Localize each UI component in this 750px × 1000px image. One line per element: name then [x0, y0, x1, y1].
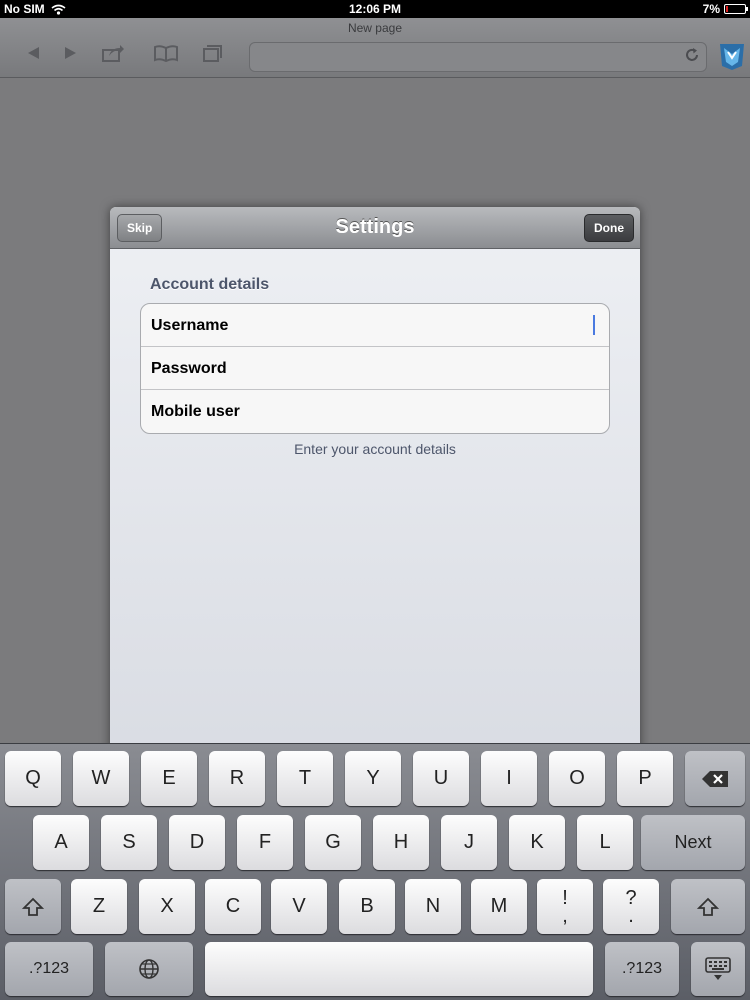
- space-key[interactable]: [205, 942, 593, 996]
- shift-icon: [22, 897, 44, 916]
- battery-percent: 7%: [702, 2, 720, 16]
- key-q[interactable]: Q: [5, 751, 61, 806]
- key-y[interactable]: Y: [345, 751, 401, 806]
- numbers-key-left[interactable]: .?123: [5, 942, 93, 996]
- backspace-key[interactable]: [685, 751, 745, 806]
- key-exclamation-label: !: [562, 886, 568, 909]
- globe-icon: [139, 959, 159, 979]
- key-comma-label: ,: [562, 904, 568, 927]
- browser-toolbar: New page: [0, 18, 750, 78]
- text-caret: [593, 315, 595, 335]
- reload-icon[interactable]: [684, 47, 700, 68]
- tabs-icon[interactable]: [199, 42, 225, 64]
- dialog-title: Settings: [335, 216, 415, 238]
- key-j[interactable]: J: [441, 815, 497, 870]
- key-i[interactable]: I: [481, 751, 537, 806]
- key-e[interactable]: E: [141, 751, 197, 806]
- key-p[interactable]: P: [617, 751, 673, 806]
- hide-keyboard-key[interactable]: [691, 942, 745, 996]
- url-field[interactable]: [249, 42, 707, 72]
- key-r[interactable]: R: [209, 751, 265, 806]
- backspace-icon: [702, 770, 728, 787]
- key-m[interactable]: M: [471, 879, 527, 934]
- key-f[interactable]: F: [237, 815, 293, 870]
- key-t[interactable]: T: [277, 751, 333, 806]
- globe-key[interactable]: [105, 942, 193, 996]
- key-c[interactable]: C: [205, 879, 261, 934]
- password-field[interactable]: Password: [141, 347, 609, 390]
- key-o[interactable]: O: [549, 751, 605, 806]
- onscreen-keyboard: Q W E R T Y U I O P A S D F G H J K L Ne…: [0, 743, 750, 1000]
- key-period-label: .: [628, 904, 634, 927]
- battery-icon: [724, 4, 748, 14]
- app-logo-icon[interactable]: [716, 40, 748, 72]
- key-question-label: ?: [625, 886, 637, 909]
- key-question-period[interactable]: ? .: [603, 879, 659, 934]
- key-d[interactable]: D: [169, 815, 225, 870]
- hide-keyboard-icon: [705, 957, 731, 980]
- account-hint-text: Enter your account details: [294, 441, 456, 457]
- username-label: Username: [151, 317, 229, 334]
- section-label-account-details: Account details: [150, 276, 270, 293]
- dialog-header: Skip Settings Done: [110, 207, 640, 249]
- key-u[interactable]: U: [413, 751, 469, 806]
- mobile-user-field[interactable]: Mobile user: [141, 390, 609, 433]
- status-bar: No SIM 12:06 PM 7%: [0, 0, 750, 18]
- forward-arrow-icon[interactable]: [58, 42, 84, 64]
- password-label: Password: [151, 360, 227, 377]
- next-key[interactable]: Next: [641, 815, 745, 870]
- username-field[interactable]: Username: [141, 304, 609, 347]
- status-time: 12:06 PM: [348, 2, 402, 16]
- key-l[interactable]: L: [577, 815, 633, 870]
- key-h[interactable]: H: [373, 815, 429, 870]
- back-arrow-icon[interactable]: [20, 42, 46, 64]
- key-v[interactable]: V: [271, 879, 327, 934]
- numbers-key-right[interactable]: .?123: [605, 942, 679, 996]
- mobile-user-label: Mobile user: [151, 403, 240, 420]
- key-exclamation-comma[interactable]: ! ,: [537, 879, 593, 934]
- key-b[interactable]: B: [339, 879, 395, 934]
- shift-key-right[interactable]: [671, 879, 745, 934]
- key-s[interactable]: S: [101, 815, 157, 870]
- key-z[interactable]: Z: [71, 879, 127, 934]
- bookmarks-book-icon[interactable]: [153, 42, 179, 64]
- done-button[interactable]: Done: [584, 214, 634, 242]
- shift-icon: [697, 897, 719, 916]
- key-w[interactable]: W: [73, 751, 129, 806]
- browser-page-title: New page: [347, 21, 403, 35]
- shift-key-left[interactable]: [5, 879, 61, 934]
- key-x[interactable]: X: [139, 879, 195, 934]
- key-k[interactable]: K: [509, 815, 565, 870]
- share-icon[interactable]: [100, 42, 126, 64]
- settings-dialog: Skip Settings Done Account details Usern…: [110, 207, 640, 767]
- key-g[interactable]: G: [305, 815, 361, 870]
- key-n[interactable]: N: [405, 879, 461, 934]
- key-a[interactable]: A: [33, 815, 89, 870]
- account-fields-group: Username Password Mobile user: [140, 303, 610, 434]
